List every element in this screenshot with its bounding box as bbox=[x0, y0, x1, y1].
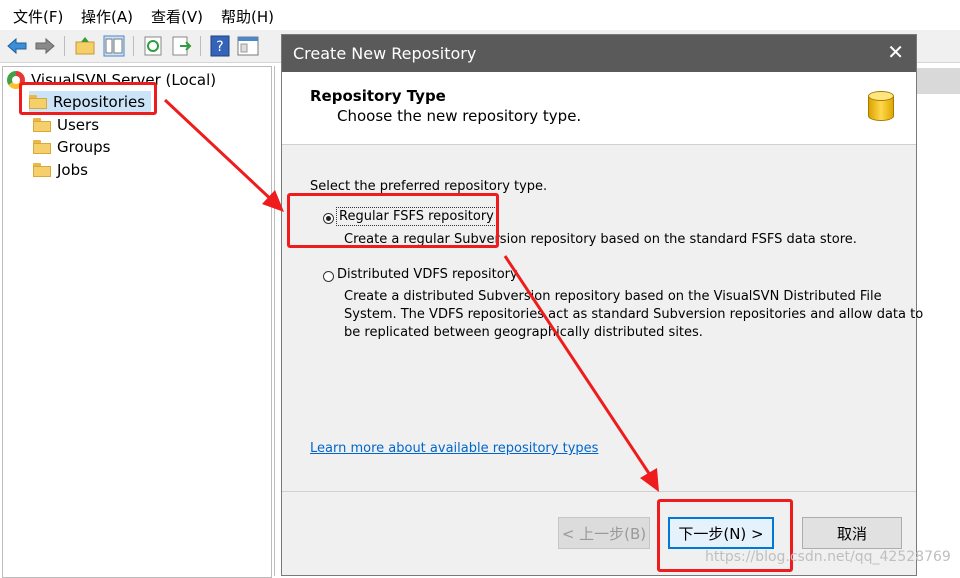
tree-item-groups[interactable]: Groups bbox=[33, 136, 110, 158]
console-tree: VisualSVN Server (Local) Repositories Us… bbox=[2, 66, 272, 578]
footer-divider bbox=[282, 491, 916, 492]
annotation-box-fsfs-option bbox=[287, 193, 499, 248]
vdfs-description-line: be replicated between geographically dis… bbox=[344, 325, 703, 340]
svg-text:?: ? bbox=[216, 39, 223, 55]
folder-icon bbox=[33, 163, 51, 177]
refresh-icon[interactable] bbox=[142, 35, 164, 57]
wizard-step-title: Repository Type bbox=[310, 87, 446, 105]
folder-icon bbox=[33, 118, 51, 132]
toolbar-separator bbox=[133, 36, 134, 56]
menu-bar: 文件(F) 操作(A) 查看(V) 帮助(H) bbox=[0, 0, 960, 30]
menu-view[interactable]: 查看(V) bbox=[151, 6, 203, 27]
vdfs-option-label[interactable]: Distributed VDFS repository bbox=[337, 267, 518, 282]
properties-icon[interactable] bbox=[237, 35, 259, 57]
back-button[interactable]: < 上一步(B) bbox=[558, 517, 650, 549]
tree-item-jobs[interactable]: Jobs bbox=[33, 159, 88, 181]
result-pane-header bbox=[916, 68, 960, 94]
menu-file[interactable]: 文件(F) bbox=[13, 6, 63, 27]
dialog-title: Create New Repository bbox=[293, 44, 477, 63]
back-arrow-icon[interactable] bbox=[6, 35, 28, 57]
folder-icon bbox=[33, 140, 51, 154]
tree-item-label: Jobs bbox=[57, 161, 88, 179]
show-tree-icon[interactable] bbox=[103, 35, 125, 57]
vdfs-description-line: Create a distributed Subversion reposito… bbox=[344, 289, 882, 304]
menu-help[interactable]: 帮助(H) bbox=[221, 6, 274, 27]
vdfs-radio[interactable] bbox=[323, 271, 334, 282]
tree-item-label: Users bbox=[57, 116, 100, 134]
repository-cylinder-icon bbox=[868, 91, 894, 125]
close-icon[interactable]: ✕ bbox=[887, 42, 904, 62]
create-repository-dialog: Create New Repository ✕ Repository Type … bbox=[281, 34, 923, 576]
help-icon[interactable]: ? bbox=[209, 35, 231, 57]
toolbar-separator bbox=[64, 36, 65, 56]
tree-item-label: Groups bbox=[57, 138, 111, 156]
selection-prompt: Select the preferred repository type. bbox=[310, 179, 548, 194]
menu-action[interactable]: 操作(A) bbox=[81, 6, 133, 27]
watermark: https://blog.csdn.net/qq_42528769 bbox=[705, 549, 951, 565]
wizard-header: Repository Type Choose the new repositor… bbox=[282, 72, 916, 145]
annotation-box-repositories bbox=[19, 82, 157, 115]
tree-item-users[interactable]: Users bbox=[33, 114, 99, 136]
up-folder-icon[interactable] bbox=[74, 35, 96, 57]
wizard-step-subtitle: Choose the new repository type. bbox=[337, 107, 582, 125]
learn-more-link[interactable]: Learn more about available repository ty… bbox=[310, 441, 598, 456]
forward-arrow-icon[interactable] bbox=[34, 35, 56, 57]
vdfs-description-line: System. The VDFS repositories act as sta… bbox=[344, 307, 924, 322]
cancel-button[interactable]: 取消 bbox=[802, 517, 902, 549]
export-list-icon[interactable] bbox=[170, 35, 192, 57]
dialog-title-bar[interactable]: Create New Repository ✕ bbox=[282, 35, 916, 72]
toolbar-separator bbox=[200, 36, 201, 56]
